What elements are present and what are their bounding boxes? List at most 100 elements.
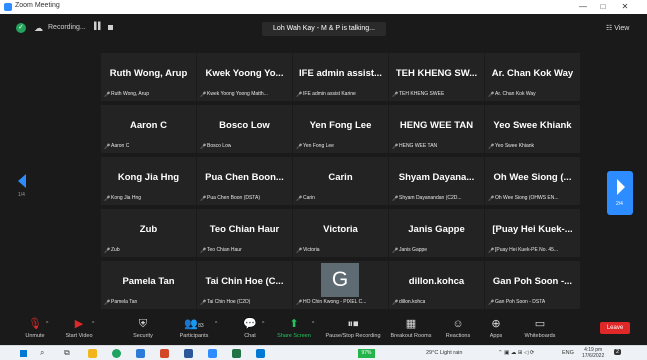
muted-microphone-icon: 🎤 bbox=[392, 144, 399, 150]
participant-name: Aaron C bbox=[130, 120, 167, 131]
pause-recording-icon[interactable]: ▌▌ bbox=[94, 23, 103, 30]
chat-bubble-icon: 💬 bbox=[243, 318, 257, 330]
muted-microphone-icon: 🎤 bbox=[200, 248, 207, 254]
muted-microphone-icon: 🎤 bbox=[488, 248, 495, 254]
muted-microphone-icon: 🎤 bbox=[200, 92, 207, 98]
search-icon[interactable]: ⌕ bbox=[40, 348, 44, 358]
chat-label: Chat bbox=[244, 333, 256, 339]
participant-tile[interactable]: Bosco Low 🎤 Bosco Low bbox=[197, 105, 292, 153]
chat-button[interactable]: 💬 Chat bbox=[238, 316, 262, 344]
leave-button[interactable]: Leave bbox=[600, 322, 630, 334]
reactions-button[interactable]: ☺ Reactions bbox=[442, 316, 474, 344]
participant-tile[interactable]: dillon.kohca 🎤 dillon.kohca bbox=[389, 261, 484, 309]
chat-caret-icon[interactable]: ^ bbox=[262, 321, 264, 327]
participants-button[interactable]: 👥83 Participants bbox=[176, 316, 212, 344]
powerpoint-icon[interactable] bbox=[160, 349, 169, 358]
participant-tile[interactable]: Zub 🎤 Zub bbox=[101, 209, 196, 257]
participant-tile[interactable]: Teo Chian Haur 🎤 Teo Chian Haur bbox=[197, 209, 292, 257]
minimize-button[interactable]: — bbox=[576, 1, 590, 13]
participant-name: Kwek Yoong Yo... bbox=[205, 68, 284, 79]
participant-tile[interactable]: Pua Chen Boon... 🎤 Pua Chen Boon (DSTA) bbox=[197, 157, 292, 205]
muted-microphone-icon: 🎤 bbox=[200, 300, 207, 306]
avatar: G bbox=[321, 263, 359, 297]
participant-name: Tai Chin Hoe (C... bbox=[205, 276, 284, 287]
participant-name: [Puay Hei Kuek-... bbox=[492, 224, 573, 235]
maximize-button[interactable]: □ bbox=[596, 1, 610, 13]
shield-icon[interactable]: ✓ bbox=[16, 23, 26, 33]
participant-tile[interactable]: Yeo Swee Khiank 🎤 Yeo Swee Khiank bbox=[485, 105, 580, 153]
security-button[interactable]: ⛨ Security bbox=[128, 316, 158, 344]
participant-tile[interactable]: Kwek Yoong Yo... 🎤 Kwek Yoong Yoong Matth.… bbox=[197, 53, 292, 101]
participant-tile[interactable]: Gan Poh Soon -... 🎤 Gan Poh Soon - DSTA bbox=[485, 261, 580, 309]
participant-tile[interactable]: Victoria 🎤 Victoria bbox=[293, 209, 388, 257]
taskbar-clock[interactable]: 4:19 pm 17/6/2022 bbox=[582, 347, 604, 359]
view-button[interactable]: ☷ View bbox=[606, 24, 629, 32]
participant-tile[interactable]: Tai Chin Hoe (C... 🎤 Tai Chin Hoe (C2D) bbox=[197, 261, 292, 309]
participant-tile[interactable]: Ar. Chan Kok Way 🎤 Ar. Chan Kok Way bbox=[485, 53, 580, 101]
weather-status[interactable]: 29°C Light rain bbox=[426, 350, 462, 356]
participant-tile[interactable]: Janis Gappe 🎤 Janis Gappe bbox=[389, 209, 484, 257]
participant-label: Teo Chian Haur bbox=[207, 247, 242, 253]
participant-label: Zub bbox=[111, 247, 120, 253]
participants-icon: 👥83 bbox=[184, 318, 204, 330]
zoom-app-icon bbox=[4, 3, 12, 11]
zoom-taskbar-icon[interactable] bbox=[208, 349, 217, 358]
chrome-icon[interactable] bbox=[112, 349, 121, 358]
share-caret-icon[interactable]: ^ bbox=[312, 321, 314, 327]
system-tray-icons[interactable]: ⌃ ▣ ☁ ⊞ ◁ ⟳ bbox=[498, 350, 534, 356]
participant-name: Ar. Chan Kok Way bbox=[491, 68, 574, 79]
participant-tile[interactable]: [Puay Hei Kuek-... 🎤 [Puay Hei Kuek-PE No.… bbox=[485, 209, 580, 257]
battery-indicator[interactable]: 97% bbox=[358, 349, 375, 358]
whiteboards-button[interactable]: ▭ Whiteboards bbox=[520, 316, 560, 344]
meeting-topbar: ✓ ☁ Recording... ▌▌ Loh Wah Kay - M & P … bbox=[0, 14, 647, 42]
excel-icon[interactable] bbox=[232, 349, 241, 358]
participants-caret-icon[interactable]: ^ bbox=[215, 321, 217, 327]
active-speaker-banner: Loh Wah Kay - M & P is talking... bbox=[262, 22, 386, 36]
windows-start-icon[interactable] bbox=[20, 350, 27, 357]
word-icon[interactable] bbox=[184, 349, 193, 358]
close-button[interactable]: ✕ bbox=[618, 1, 632, 13]
participant-label: Tai Chin Hoe (C2D) bbox=[207, 299, 251, 305]
unmute-button[interactable]: 🎙 Unmute bbox=[22, 316, 48, 344]
participant-label: Victoria bbox=[303, 247, 320, 253]
whiteboards-label: Whiteboards bbox=[524, 333, 556, 339]
video-options-caret-icon[interactable]: ^ bbox=[92, 321, 94, 327]
participant-name: TEH KHENG SW... bbox=[395, 68, 478, 79]
participant-name: IFE admin assist... bbox=[299, 68, 382, 79]
outlook-icon[interactable] bbox=[256, 349, 265, 358]
language-indicator[interactable]: ENG bbox=[562, 350, 574, 356]
participant-name: Janis Gappe bbox=[408, 224, 465, 235]
stop-recording-icon[interactable] bbox=[108, 25, 113, 30]
breakout-rooms-label: Breakout Rooms bbox=[390, 333, 432, 339]
participant-tile[interactable]: Yen Fong Lee 🎤 Yen Fong Lee bbox=[293, 105, 388, 153]
share-screen-icon: ⬆ bbox=[289, 318, 299, 330]
breakout-rooms-button[interactable]: ▦ Breakout Rooms bbox=[388, 316, 434, 344]
store-icon[interactable] bbox=[136, 349, 145, 358]
audio-options-caret-icon[interactable]: ^ bbox=[46, 321, 48, 327]
participant-tile[interactable]: TEH KHENG SW... 🎤 TEH KHENG SWEE bbox=[389, 53, 484, 101]
participant-tile[interactable]: G 🎤 HO Chin Kwong - PIXEL C... bbox=[293, 261, 388, 309]
participant-tile[interactable]: HENG WEE TAN 🎤 HENG WEE TAN bbox=[389, 105, 484, 153]
participant-tile[interactable]: Oh Wee Siong (... 🎤 Oh Wee Siong (OHWS EN.… bbox=[485, 157, 580, 205]
participant-label: Carin bbox=[303, 195, 315, 201]
file-explorer-icon[interactable] bbox=[88, 349, 97, 358]
apps-label: Apps bbox=[489, 333, 503, 339]
participant-tile[interactable]: IFE admin assist... 🎤 IFE admin assist Kar… bbox=[293, 53, 388, 101]
participant-tile[interactable]: Shyam Dayana... 🎤 Shyam Dayanandan (C2D... bbox=[389, 157, 484, 205]
meeting-toolbar: 🎙 Unmute ^ ▶ Start Video ^ ⛨ Security 👥8… bbox=[0, 314, 647, 345]
notification-badge[interactable]: 2 bbox=[614, 349, 622, 355]
participant-name: Teo Chian Haur bbox=[209, 224, 280, 235]
pause-stop-recording-button[interactable]: ⏸⏹ Pause/Stop Recording bbox=[320, 316, 386, 344]
muted-microphone-icon: 🎤 bbox=[296, 300, 303, 306]
microphone-muted-icon: 🎙 bbox=[28, 318, 42, 330]
participant-tile[interactable]: Carin 🎤 Carin bbox=[293, 157, 388, 205]
participant-tile[interactable]: Kong Jia Hng 🎤 Kong Jia Hng bbox=[101, 157, 196, 205]
apps-button[interactable]: ⊕ Apps bbox=[484, 316, 508, 344]
participant-tile[interactable]: Ruth Wong, Arup 🎤 Ruth Wong, Arup bbox=[101, 53, 196, 101]
next-page-button[interactable]: 2/4 bbox=[607, 171, 633, 215]
previous-page-button[interactable]: 1/4 bbox=[14, 170, 36, 210]
task-view-icon[interactable]: ⧉ bbox=[64, 348, 70, 358]
participant-tile[interactable]: Pamela Tan 🎤 Pamela Tan bbox=[101, 261, 196, 309]
participant-tile[interactable]: Aaron C 🎤 Aaron C bbox=[101, 105, 196, 153]
share-screen-button[interactable]: ⬆ Share Screen bbox=[276, 316, 312, 344]
